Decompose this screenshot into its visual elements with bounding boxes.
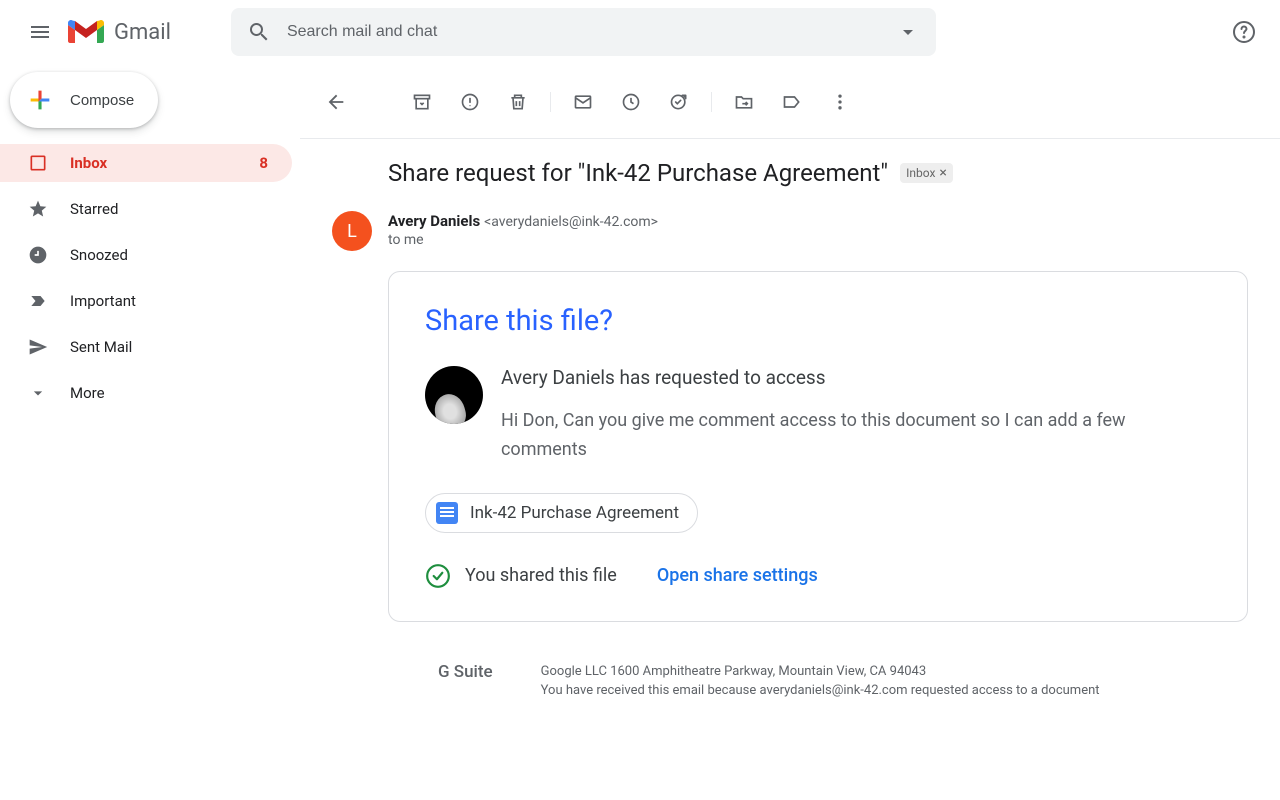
sender-avatar[interactable]: L — [332, 211, 372, 251]
content-area: Share request for "Ink-42 Purchase Agree… — [300, 64, 1280, 800]
label-chip-inbox[interactable]: Inbox × — [900, 163, 953, 183]
inbox-icon — [28, 153, 48, 173]
more-actions-button[interactable] — [820, 82, 860, 122]
search-icon — [247, 20, 271, 44]
request-message: Hi Don, Can you give me comment access t… — [501, 407, 1211, 465]
help-icon — [1232, 20, 1256, 44]
share-card-title: Share this file? — [425, 304, 1211, 338]
add-to-tasks-button[interactable] — [659, 82, 699, 122]
sender-row: L Avery Daniels <averydaniels@ink-42.com… — [332, 211, 1264, 251]
move-to-button[interactable] — [724, 82, 764, 122]
subject-row: Share request for "Ink-42 Purchase Agree… — [388, 159, 1264, 187]
help-button[interactable] — [1224, 12, 1264, 52]
compose-plus-icon — [26, 86, 54, 114]
sender-name: Avery Daniels — [388, 212, 480, 230]
add-task-icon — [669, 92, 689, 112]
sidebar-item-more[interactable]: More — [0, 374, 292, 412]
main-container: Compose Inbox 8 Starred Snoozed Importan… — [0, 64, 1280, 800]
snooze-button[interactable] — [611, 82, 651, 122]
archive-icon — [412, 92, 432, 112]
hamburger-icon — [28, 20, 52, 44]
document-chip[interactable]: Ink-42 Purchase Agreement — [425, 493, 698, 533]
mark-unread-button[interactable] — [563, 82, 603, 122]
sidebar-item-label: More — [70, 384, 105, 402]
remove-label-icon[interactable]: × — [939, 165, 946, 181]
footer-text: Google LLC 1600 Amphitheatre Parkway, Mo… — [541, 662, 1100, 701]
recipient-line: to me — [388, 232, 658, 248]
check-circle-icon — [425, 563, 451, 589]
email-footer: G Suite Google LLC 1600 Amphitheatre Par… — [388, 662, 1264, 701]
sidebar-item-label: Sent Mail — [70, 338, 132, 356]
docs-icon — [436, 502, 458, 524]
toolbar-divider — [711, 92, 712, 112]
sidebar-item-label: Important — [70, 292, 136, 310]
share-request-card: Share this file? Avery Daniels has reque… — [388, 271, 1248, 622]
compose-label: Compose — [70, 92, 134, 109]
sidebar-item-inbox[interactable]: Inbox 8 — [0, 144, 292, 182]
search-input[interactable] — [287, 23, 896, 41]
status-row: You shared this file Open share settings — [425, 563, 1211, 589]
request-line: Avery Daniels has requested to access — [501, 366, 1211, 389]
sidebar: Compose Inbox 8 Starred Snoozed Importan… — [0, 64, 300, 800]
gsuite-logo: G Suite — [438, 662, 493, 701]
clock-icon — [621, 92, 641, 112]
label-chip-text: Inbox — [906, 166, 935, 180]
arrow-back-icon — [325, 91, 347, 113]
request-row: Avery Daniels has requested to access Hi… — [425, 366, 1211, 465]
back-button[interactable] — [316, 82, 356, 122]
open-share-settings-link[interactable]: Open share settings — [657, 565, 818, 586]
document-name: Ink-42 Purchase Agreement — [470, 503, 679, 523]
message-toolbar — [300, 74, 1280, 139]
gmail-logo-area[interactable]: Gmail — [68, 18, 171, 46]
compose-button[interactable]: Compose — [10, 72, 158, 128]
toolbar-divider — [550, 92, 551, 112]
email-subject: Share request for "Ink-42 Purchase Agree… — [388, 159, 888, 187]
main-menu-button[interactable] — [16, 8, 64, 56]
trash-icon — [508, 92, 528, 112]
status-text: You shared this file — [465, 565, 617, 586]
spam-button[interactable] — [450, 82, 490, 122]
send-icon — [28, 337, 48, 357]
sender-email: <averydaniels@ink-42.com> — [484, 214, 658, 230]
footer-address: Google LLC 1600 Amphitheatre Parkway, Mo… — [541, 662, 1100, 682]
sidebar-item-snoozed[interactable]: Snoozed — [0, 236, 292, 274]
sidebar-item-important[interactable]: Important — [0, 282, 292, 320]
mail-icon — [573, 92, 593, 112]
requester-avatar — [425, 366, 483, 424]
gmail-logo-text: Gmail — [114, 20, 171, 45]
chevron-down-icon — [28, 383, 48, 403]
sidebar-item-label: Snoozed — [70, 246, 128, 264]
shared-status: You shared this file — [425, 563, 617, 589]
sidebar-item-label: Starred — [70, 200, 118, 218]
important-icon — [28, 291, 48, 311]
archive-button[interactable] — [402, 82, 442, 122]
gmail-icon — [68, 18, 104, 46]
label-icon — [782, 92, 802, 112]
search-bar[interactable] — [231, 8, 936, 56]
delete-button[interactable] — [498, 82, 538, 122]
sidebar-item-sent[interactable]: Sent Mail — [0, 328, 292, 366]
spam-icon — [460, 92, 480, 112]
folder-move-icon — [734, 92, 754, 112]
search-options-dropdown-icon[interactable] — [896, 20, 920, 44]
footer-reason: You have received this email because ave… — [541, 681, 1100, 701]
clock-icon — [28, 245, 48, 265]
app-header: Gmail — [0, 0, 1280, 64]
star-icon — [28, 199, 48, 219]
labels-button[interactable] — [772, 82, 812, 122]
sidebar-item-label: Inbox — [70, 154, 107, 172]
sidebar-item-starred[interactable]: Starred — [0, 190, 292, 228]
inbox-count: 8 — [259, 154, 268, 172]
more-vert-icon — [830, 92, 850, 112]
email-body: Share request for "Ink-42 Purchase Agree… — [300, 139, 1280, 701]
